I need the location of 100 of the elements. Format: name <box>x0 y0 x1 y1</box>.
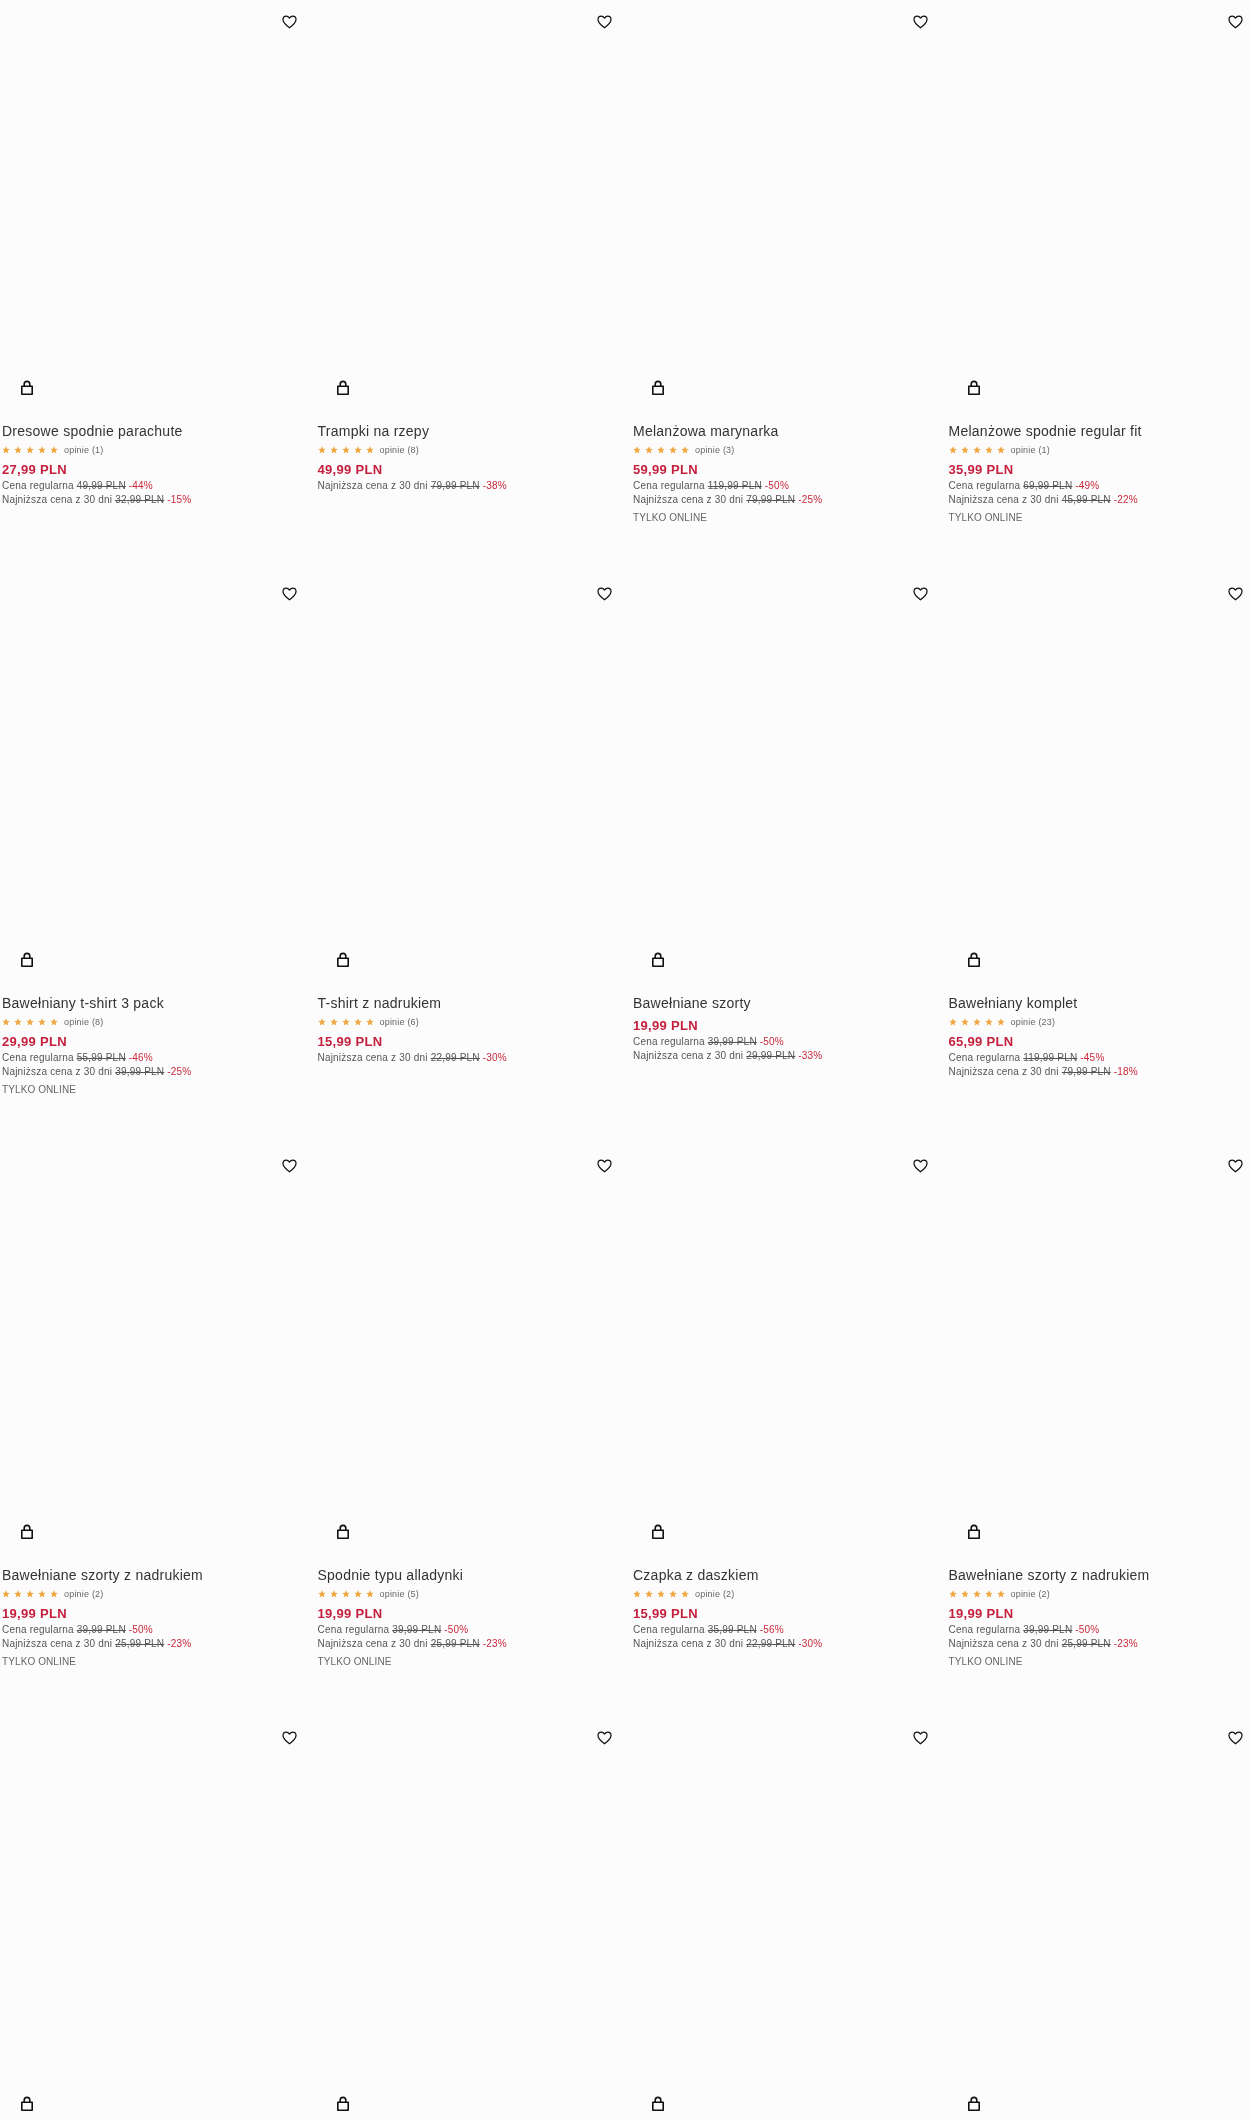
shopping-bag-icon[interactable] <box>966 2096 981 2112</box>
star-icon <box>960 1018 969 1026</box>
old-price: 49,99 PLN <box>76 480 126 491</box>
heart-icon[interactable] <box>912 15 928 29</box>
heart-icon[interactable] <box>1228 1731 1243 1745</box>
online-only-label: TYLKO ONLINE <box>633 511 707 525</box>
star-icon <box>38 1018 46 1026</box>
star-icon <box>984 1590 993 1598</box>
heart-icon[interactable] <box>281 15 297 29</box>
shopping-bag-icon[interactable] <box>20 2096 34 2112</box>
star-icon <box>26 446 34 454</box>
star-icon <box>353 1018 362 1026</box>
star-icon <box>14 446 22 454</box>
shopping-bag-icon[interactable] <box>20 380 34 396</box>
product-title[interactable]: Melanżowa marynarka <box>633 422 779 440</box>
online-only-label: TYLKO ONLINE <box>948 1655 1023 1669</box>
heart-icon[interactable] <box>281 1731 297 1745</box>
star-icon <box>2 1590 10 1598</box>
star-icon <box>657 1590 665 1598</box>
product-title[interactable]: Trampki na rzepy <box>317 422 430 440</box>
review-count: opinie (1) <box>64 444 104 456</box>
old-price: 69,99 PLN <box>1023 480 1073 491</box>
review-count: opinie (2) <box>1010 1588 1051 1600</box>
star-icon <box>984 446 993 454</box>
heart-icon[interactable] <box>1228 15 1243 29</box>
price-label: Najniższa cena z 30 dni <box>317 1052 428 1063</box>
review-count: opinie (5) <box>379 1588 420 1600</box>
star-icon <box>669 1590 677 1598</box>
product-price: 19,99 PLN <box>317 1605 383 1623</box>
review-count: opinie (6) <box>379 1016 420 1028</box>
old-price: 25,99 PLN <box>430 1638 480 1649</box>
heart-icon[interactable] <box>597 1731 612 1745</box>
heart-icon[interactable] <box>281 587 297 601</box>
product-title[interactable]: Czapka z daszkiem <box>633 1566 759 1584</box>
shopping-bag-icon[interactable] <box>651 1524 665 1540</box>
heart-icon[interactable] <box>281 1159 297 1173</box>
product-title[interactable]: Melanżowe spodnie regular fit <box>948 422 1142 440</box>
product-price: 59,99 PLN <box>633 461 698 479</box>
shopping-bag-icon[interactable] <box>966 380 981 396</box>
review-count: opinie (2) <box>64 1588 104 1600</box>
price-label: Cena regularna <box>2 1052 74 1063</box>
discount-percent: -25% <box>798 494 823 505</box>
star-icon <box>329 1018 338 1026</box>
shopping-bag-icon[interactable] <box>335 952 350 968</box>
shopping-bag-icon[interactable] <box>335 380 350 396</box>
product-title[interactable]: Bawełniane szorty <box>633 994 751 1012</box>
star-icon <box>948 1018 957 1026</box>
shopping-bag-icon[interactable] <box>651 380 665 396</box>
product-title[interactable]: Bawełniany komplet <box>948 994 1078 1012</box>
heart-icon[interactable] <box>912 1731 928 1745</box>
shopping-bag-icon[interactable] <box>966 1524 981 1540</box>
product-title[interactable]: Bawełniane szorty z nadrukiem <box>2 1566 203 1584</box>
old-price: 35,99 PLN <box>707 1624 757 1635</box>
price-label: Najniższa cena z 30 dni <box>948 1066 1059 1077</box>
star-icon <box>996 1590 1005 1598</box>
online-only-label: TYLKO ONLINE <box>2 1655 76 1669</box>
product-title[interactable]: Spodnie typu alladynki <box>317 1566 464 1584</box>
star-icon <box>365 1590 374 1598</box>
product-title[interactable]: Dresowe spodnie parachute <box>2 422 183 440</box>
product-price: 19,99 PLN <box>948 1605 1014 1623</box>
heart-icon[interactable] <box>1228 587 1243 601</box>
star-icon <box>329 446 338 454</box>
product-title[interactable]: Bawełniany t-shirt 3 pack <box>2 994 164 1012</box>
star-icon <box>657 446 665 454</box>
star-icon <box>633 446 641 454</box>
shopping-bag-icon[interactable] <box>651 952 665 968</box>
product-title[interactable]: T-shirt z nadrukiem <box>317 994 442 1012</box>
price-label: Cena regularna <box>948 480 1021 491</box>
star-icon <box>681 1590 689 1598</box>
shopping-bag-icon[interactable] <box>335 1524 350 1540</box>
heart-icon[interactable] <box>1228 1159 1243 1173</box>
shopping-bag-icon[interactable] <box>966 952 981 968</box>
discount-percent: -56% <box>759 1624 784 1635</box>
product-title[interactable]: Bawełniane szorty z nadrukiem <box>948 1566 1150 1584</box>
star-icon <box>353 446 362 454</box>
heart-icon[interactable] <box>597 587 612 601</box>
star-icon <box>341 446 350 454</box>
heart-icon[interactable] <box>597 15 612 29</box>
price-label: Najniższa cena z 30 dni <box>633 1050 744 1061</box>
star-icon <box>38 446 46 454</box>
star-icon <box>50 1590 58 1598</box>
heart-icon[interactable] <box>912 1159 928 1173</box>
heart-icon[interactable] <box>597 1159 612 1173</box>
discount-percent: -50% <box>759 1036 784 1047</box>
star-icon <box>50 446 58 454</box>
shopping-bag-icon[interactable] <box>20 952 34 968</box>
discount-percent: -25% <box>167 1066 192 1077</box>
heart-icon[interactable] <box>912 587 928 601</box>
shopping-bag-icon[interactable] <box>651 2096 665 2112</box>
product-price: 15,99 PLN <box>633 1605 698 1623</box>
old-price: 39,99 PLN <box>115 1066 165 1077</box>
discount-percent: -23% <box>482 1638 507 1649</box>
price-label: Najniższa cena z 30 dni <box>2 1638 113 1649</box>
shopping-bag-icon[interactable] <box>335 2096 350 2112</box>
price-label: Cena regularna <box>633 480 705 491</box>
price-label: Najniższa cena z 30 dni <box>633 494 744 505</box>
discount-percent: -50% <box>128 1624 153 1635</box>
old-price: 119,99 PLN <box>707 480 762 491</box>
old-price: 79,99 PLN <box>430 480 480 491</box>
shopping-bag-icon[interactable] <box>20 1524 34 1540</box>
